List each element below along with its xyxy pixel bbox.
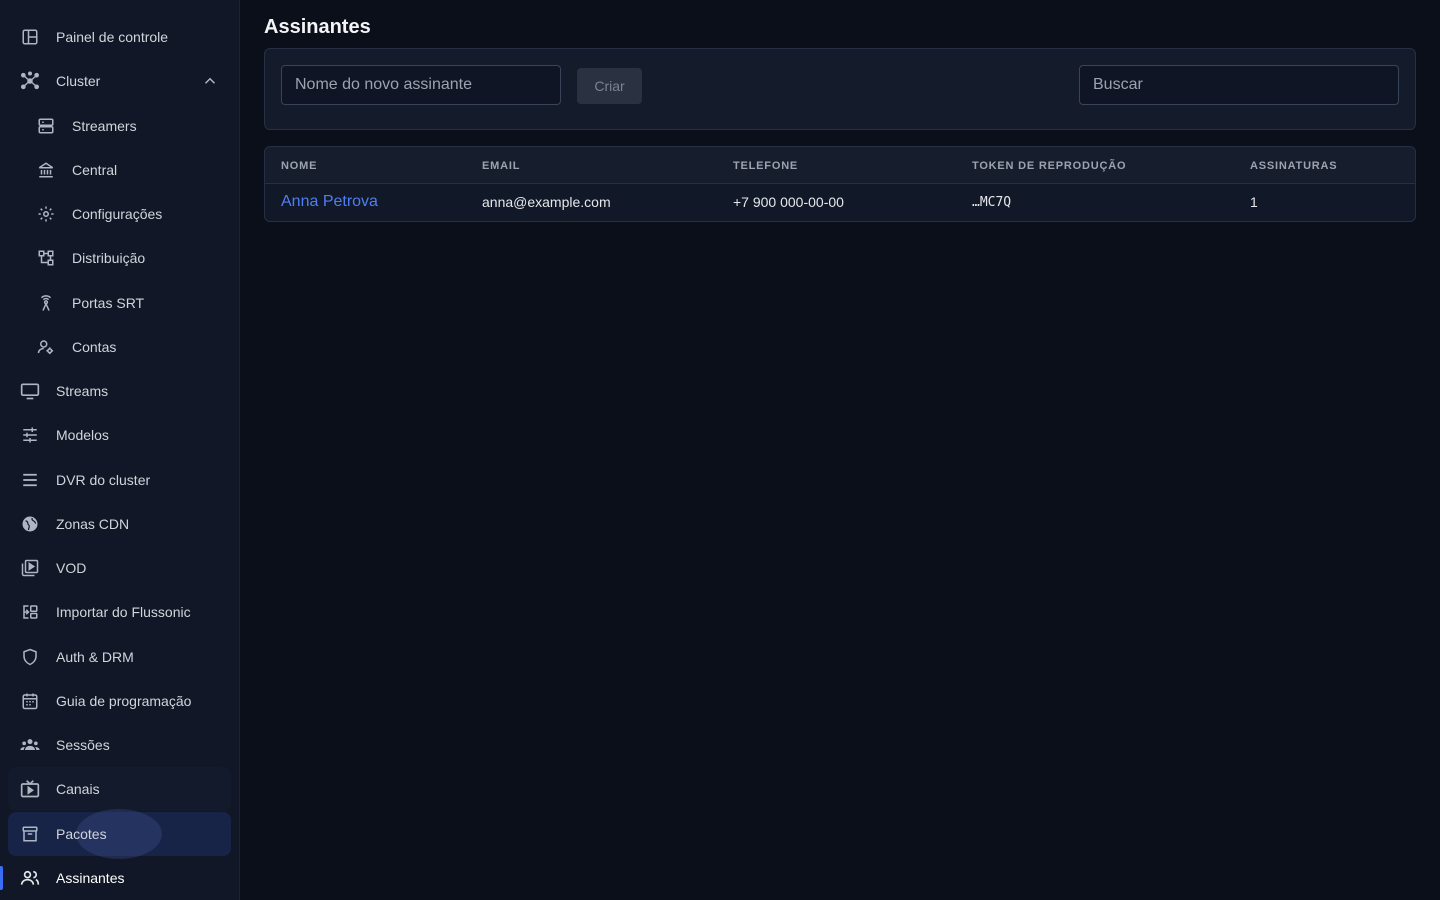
dashboard-icon [20,27,40,47]
sidebar-item-canais[interactable]: Canais [8,767,231,811]
video-library-icon [20,558,40,578]
sidebar-item-vod[interactable]: VOD [8,546,231,590]
sidebar-item-dvr-do-cluster[interactable]: DVR do cluster [8,458,231,502]
column-header-token[interactable]: TOKEN DE REPRODUÇÃO [972,160,1126,172]
import-icon [20,602,40,622]
subscribers-table: NOME EMAIL TELEFONE TOKEN DE REPRODUÇÃO … [264,146,1416,222]
table-header: NOME EMAIL TELEFONE TOKEN DE REPRODUÇÃO … [265,147,1415,184]
archive-box-icon [20,824,40,844]
sidebar-item-contas[interactable]: Contas [8,325,231,369]
chevron-up-icon[interactable] [201,72,219,90]
server-icon [36,116,56,136]
antenna-icon [36,293,56,313]
sidebar-item-label: Pacotes [56,826,107,842]
sidebar-item-label: Zonas CDN [56,516,130,532]
sidebar-item-central[interactable]: Central [8,148,231,192]
new-subscriber-name-input[interactable] [281,65,561,105]
globe-icon [20,514,40,534]
sidebar-item-auth-drm[interactable]: Auth & DRM [8,635,231,679]
page-title: Assinantes [264,16,371,38]
sidebar-item-distribuicao[interactable]: Distribuição [8,236,231,280]
sidebar-item-guia-de-programacao[interactable]: Guia de programação [8,679,231,723]
sidebar-item-streams[interactable]: Streams [8,369,231,413]
storage-icon [20,470,40,490]
create-button[interactable]: Criar [577,68,642,104]
sidebar-item-label: Canais [56,781,100,797]
sidebar-item-sessoes[interactable]: Sessões [8,723,231,767]
sidebar-item-label: Streams [56,383,109,399]
column-header-email[interactable]: EMAIL [482,160,520,172]
active-indicator [0,866,3,890]
sidebar-item-assinantes[interactable]: Assinantes [8,856,231,900]
subscriber-subscriptions-count: 1 [1250,194,1258,210]
sidebar-item-label: Modelos [56,427,109,443]
sidebar-item-configuracoes[interactable]: Configurações [8,192,231,236]
column-header-phone[interactable]: TELEFONE [733,160,798,172]
sidebar: Painel de controle Cluster Streamers Cen… [0,0,240,900]
column-header-subscriptions[interactable]: ASSINATURAS [1250,160,1337,172]
sidebar-item-label: DVR do cluster [56,472,151,488]
sidebar-item-cluster[interactable]: Cluster [8,59,231,103]
sidebar-item-label: Guia de programação [56,693,192,709]
sidebar-item-label: Cluster [56,73,101,89]
subscriber-name-link[interactable]: Anna Petrova [281,193,378,211]
sidebar-item-dashboard[interactable]: Painel de controle [8,15,231,59]
group-icon [20,735,40,755]
sidebar-item-label: Assinantes [56,870,125,886]
sidebar-item-portas-srt[interactable]: Portas SRT [8,281,231,325]
sidebar-item-label: Contas [72,339,117,355]
sidebar-item-label: Distribuição [72,250,146,266]
distribution-icon [36,248,56,268]
bank-icon [36,160,56,180]
subscriber-toolbar: Criar [264,48,1416,130]
subscriber-phone: +7 900 000-00-00 [733,194,844,210]
tv-play-icon [20,779,40,799]
cluster-icon [20,71,40,91]
sidebar-item-label: Portas SRT [72,295,145,311]
sidebar-item-zonas-cdn[interactable]: Zonas CDN [8,502,231,546]
search-input[interactable] [1079,65,1399,105]
sidebar-item-label: Painel de controle [56,29,169,45]
gear-icon [36,204,56,224]
sidebar-item-label: Importar do Flussonic [56,604,191,620]
account-settings-icon [36,337,56,357]
sidebar-item-importar-do-flussonic[interactable]: Importar do Flussonic [8,590,231,634]
sidebar-item-label: Configurações [72,206,163,222]
subscriber-email: anna@example.com [482,194,611,210]
sidebar-item-streamers[interactable]: Streamers [8,104,231,148]
sidebar-item-pacotes[interactable]: Pacotes [8,809,231,859]
sidebar-item-label: Sessões [56,737,110,753]
sliders-icon [20,425,40,445]
users-icon [20,868,40,888]
sidebar-item-modelos[interactable]: Modelos [8,413,231,457]
monitor-icon [20,381,40,401]
shield-icon [20,647,40,667]
sidebar-item-label: Central [72,162,118,178]
sidebar-item-label: VOD [56,560,87,576]
sidebar-item-label: Auth & DRM [56,649,134,665]
subscriber-playback-token: …MC7Q [972,195,1012,210]
column-header-name[interactable]: NOME [281,160,317,172]
sidebar-item-label: Streamers [72,118,137,134]
calendar-icon [20,691,40,711]
